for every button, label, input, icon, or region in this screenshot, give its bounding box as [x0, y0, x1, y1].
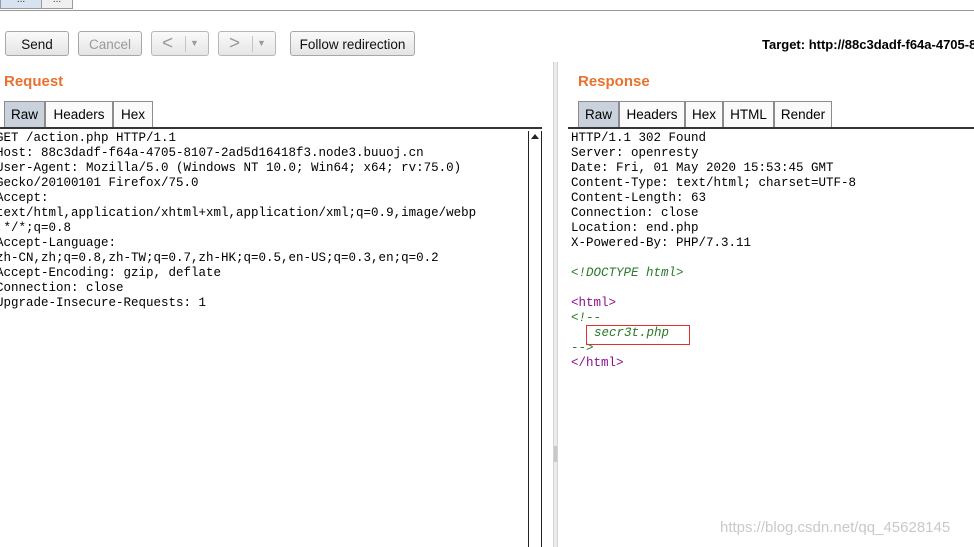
request-line: Gecko/20100101 Firefox/75.0: [0, 176, 199, 190]
request-line: zh-CN,zh;q=0.8,zh-TW;q=0.7,zh-HK;q=0.5,e…: [0, 251, 439, 265]
response-pane-border: [568, 127, 974, 129]
request-title: Request: [4, 73, 64, 90]
chevron-left-icon: <: [162, 33, 174, 54]
tab-response-hex[interactable]: Hex: [685, 101, 723, 127]
doctype-line: <!DOCTYPE html>: [571, 266, 684, 280]
request-line: text/html,application/xhtml+xml,applicat…: [0, 206, 477, 220]
button-separator: [185, 36, 186, 52]
response-title: Response: [578, 73, 650, 90]
request-line: ,*/*;q=0.8: [0, 221, 72, 235]
follow-redirection-button[interactable]: Follow redirection: [290, 31, 415, 56]
back-button[interactable]: < ▼: [151, 31, 209, 56]
top-tab-label: ...: [17, 0, 25, 5]
cancel-button[interactable]: Cancel: [78, 31, 142, 56]
watermark: https://blog.csdn.net/qq_45628145: [720, 519, 951, 536]
html-open-tag: <html>: [571, 296, 617, 310]
response-header-line: X-Powered-By: PHP/7.3.11: [571, 236, 752, 250]
splitter-grip[interactable]: [554, 446, 557, 462]
scroll-up-icon[interactable]: [531, 134, 539, 139]
comment-open: <!--: [571, 311, 602, 325]
request-line: Host: 88c3dadf-f64a-4705-8107-2ad5d16418…: [0, 146, 424, 160]
request-line: Accept:: [0, 191, 49, 205]
top-tab-strip: ... ...: [0, 0, 974, 11]
send-button[interactable]: Send: [5, 31, 69, 56]
response-header-line: Location: end.php: [571, 221, 699, 235]
highlight-box: [586, 325, 690, 345]
request-line: User-Agent: Mozilla/5.0 (Windows NT 10.0…: [0, 161, 462, 175]
chevron-down-icon[interactable]: ▼: [190, 38, 199, 48]
tab-request-raw[interactable]: Raw: [4, 101, 45, 127]
target-url: Target: http://88c3dadf-f64a-4705-8: [762, 37, 974, 52]
response-header-line: Server: openresty: [571, 146, 699, 160]
response-header-line: Content-Type: text/html; charset=UTF-8: [571, 176, 857, 190]
request-line: Accept-Encoding: gzip, deflate: [0, 266, 222, 280]
top-tab-2[interactable]: ...: [41, 0, 73, 9]
tab-request-hex[interactable]: Hex: [113, 101, 153, 127]
button-separator: [252, 36, 253, 52]
request-line: Accept-Language:: [0, 236, 117, 250]
response-header-line: Content-Length: 63: [571, 191, 707, 205]
tab-request-headers[interactable]: Headers: [45, 101, 113, 127]
forward-button[interactable]: > ▼: [218, 31, 276, 56]
pane-splitter[interactable]: [553, 62, 558, 547]
response-header-line: HTTP/1.1 302 Found: [571, 131, 707, 145]
response-header-line: Date: Fri, 01 May 2020 15:53:45 GMT: [571, 161, 834, 175]
top-tab-1[interactable]: ...: [0, 0, 42, 9]
tab-response-html[interactable]: HTML: [723, 101, 774, 127]
tab-response-render[interactable]: Render: [774, 101, 832, 127]
tab-response-raw[interactable]: Raw: [578, 101, 619, 127]
request-line: Upgrade-Insecure-Requests: 1: [0, 296, 207, 310]
request-line: Connection: close: [0, 281, 124, 295]
chevron-right-icon: >: [229, 33, 241, 54]
request-pane-border: [0, 127, 542, 129]
request-scrollbar[interactable]: [528, 131, 542, 547]
chevron-down-icon[interactable]: ▼: [257, 38, 266, 48]
tab-response-headers[interactable]: Headers: [619, 101, 685, 127]
response-header-line: Connection: close: [571, 206, 699, 220]
request-line: GET /action.php HTTP/1.1: [0, 131, 177, 145]
top-tab-label: ...: [53, 0, 61, 5]
html-close-tag: </html>: [571, 356, 624, 370]
request-editor[interactable]: GET /action.php HTTP/1.1 Host: 88c3dadf-f…: [0, 131, 476, 311]
